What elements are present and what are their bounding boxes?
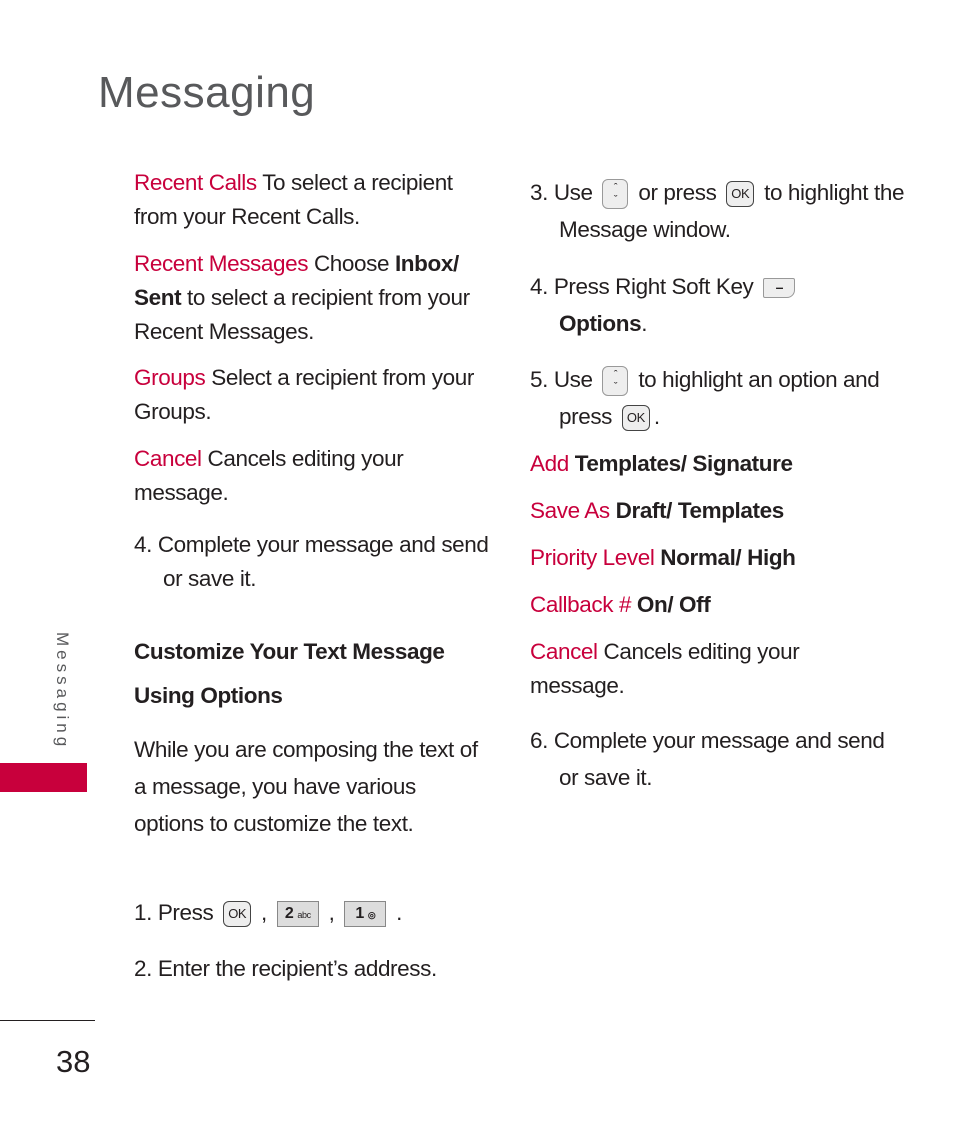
term: Cancel (134, 446, 202, 471)
step-6: 6. Complete your message and send or sav… (530, 728, 885, 790)
separator: , (255, 900, 273, 925)
ok-key-icon: OK (621, 405, 650, 432)
term: Add (530, 451, 569, 476)
step-1: 1. Press OK , 2 abc , 1 ◎ . (134, 896, 479, 930)
step-text: 4. Press Right Soft Key (530, 274, 760, 299)
nav-up-down-key-icon: ˆˇ (602, 366, 629, 397)
key-digit: 2 (284, 905, 294, 923)
page-number: 38 (56, 1044, 91, 1079)
term: Recent Messages (134, 251, 309, 276)
section-heading: Customize Your Text Message Using Options (134, 630, 484, 718)
value: Draft/ Templates (609, 498, 785, 523)
option-save-as: Save As Draft/ Templates (530, 494, 784, 528)
bold-term: Options (559, 311, 642, 336)
key-2-icon: 2 abc (276, 901, 319, 928)
ok-key-icon: OK (223, 901, 252, 928)
key-1-voicemail-icon: 1 ◎ (344, 901, 387, 928)
step-text: 5. Use (530, 367, 599, 392)
description: to select a recipient from your Recent M… (134, 285, 470, 344)
step-4-right: 4. Press Right Soft Key – Options. (530, 268, 919, 342)
option-priority-level: Priority Level Normal/ High (530, 541, 796, 575)
value: Normal/ High (654, 545, 796, 570)
term: Save As (530, 498, 610, 523)
nav-up-down-key-icon: ˆˇ (602, 179, 629, 210)
step-3: 3. Use ˆˇ or press OK to highlight the M… (530, 174, 919, 248)
cancel-item: Cancel Cancels editing your message. (134, 442, 464, 510)
sidebar-section-label: Messaging (53, 632, 72, 751)
option-callback: Callback # On/ Off (530, 588, 711, 622)
key-letters: abc (297, 910, 311, 921)
step-text: . (653, 404, 660, 429)
term: Cancel (530, 639, 598, 664)
separator: , (322, 900, 341, 925)
groups-item: Groups Select a recipient from your Grou… (134, 361, 479, 429)
recent-calls-item: Recent Calls To select a recipient from … (134, 166, 484, 234)
recent-messages-item: Recent Messages Choose Inbox/ Sent to se… (134, 247, 484, 349)
key-digit: 1 (355, 905, 364, 923)
footer-divider (0, 1020, 95, 1021)
term: Recent Calls (134, 170, 257, 195)
step-2: 2. Enter the recipient’s address. (134, 956, 437, 981)
value: Templates/ Signature (568, 451, 793, 476)
separator: . (390, 900, 403, 925)
intro-paragraph: While you are composing the text of a me… (134, 737, 478, 836)
term: Priority Level (530, 545, 655, 570)
heading-line: Customize Your Text Message (134, 639, 445, 664)
option-cancel: Cancel Cancels editing your message. (530, 635, 850, 703)
step-4-left: 4. Complete your message and send or sav… (134, 532, 489, 591)
step-text: 1. Press (134, 900, 220, 925)
step-text: . (641, 311, 648, 336)
heading-line: Using Options (134, 683, 283, 708)
step-text: 3. Use (530, 180, 599, 205)
section-tab-marker (0, 763, 87, 792)
step-5: 5. Use ˆˇ to highlight an option and pre… (530, 361, 889, 435)
value: On/ Off (631, 592, 711, 617)
page-title: Messaging (98, 68, 316, 117)
ok-key-icon: OK (726, 181, 755, 208)
right-soft-key-icon: – (763, 278, 796, 299)
description: Choose (308, 251, 395, 276)
term: Groups (134, 365, 206, 390)
term: Callback # (530, 592, 632, 617)
step-text: or press (632, 180, 723, 205)
option-add: Add Templates/ Signature (530, 447, 793, 481)
